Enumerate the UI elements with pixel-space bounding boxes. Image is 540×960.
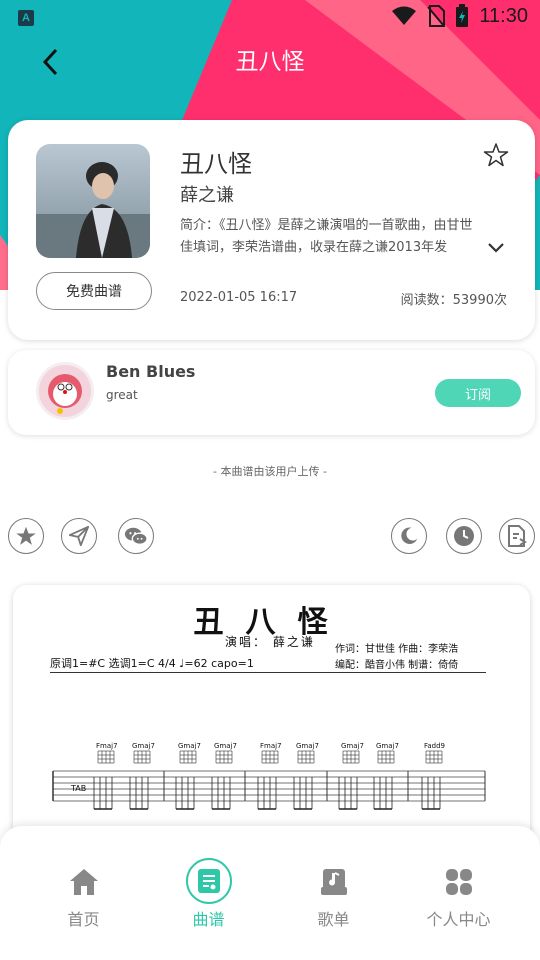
song-description: 简介：《丑八怪》是薛之谦演唱的一首歌曲，由甘世佳填词，李荣浩谱曲，收录在薛之谦2… — [180, 218, 473, 255]
chord-label: Fmaj7 — [96, 742, 118, 750]
moon-icon — [401, 527, 418, 544]
night-mode-button[interactable] — [391, 518, 427, 554]
favorite-button[interactable] — [483, 142, 509, 168]
chord-label: Gmaj7 — [296, 742, 319, 750]
auto-scroll-timer-button[interactable] — [446, 518, 482, 554]
star-icon — [483, 143, 509, 167]
chord-diagram — [342, 750, 360, 764]
chord-label: Gmaj7 — [376, 742, 399, 750]
export-button[interactable] — [499, 518, 535, 554]
send-icon — [68, 525, 90, 547]
status-time: 11:30 — [479, 4, 528, 27]
chord-diagram — [133, 750, 151, 764]
status-bar: A 11:30 — [0, 0, 540, 36]
nav-profile-label: 个人中心 — [426, 910, 491, 929]
chord-diagram — [179, 750, 197, 764]
chord-diagram — [297, 750, 315, 764]
playlist-icon — [320, 869, 347, 895]
no-sim-icon — [427, 5, 446, 27]
share-button[interactable] — [61, 518, 97, 554]
chord-label: Gmaj7 — [178, 742, 201, 750]
app-notification-icon: A — [18, 10, 34, 26]
page-title: 丑八怪 — [235, 49, 305, 75]
nav-profile[interactable]: 个人中心 — [396, 826, 521, 960]
export-icon — [508, 525, 527, 547]
wifi-icon — [392, 6, 417, 25]
home-icon — [69, 869, 98, 895]
subscribe-button[interactable]: 订阅 — [435, 379, 521, 407]
chord-diagram — [97, 750, 115, 764]
chord-diagram — [425, 750, 443, 764]
chord-diagram — [377, 750, 395, 764]
read-count: 阅读数：53990次 — [400, 293, 507, 308]
chord-label: Gmaj7 — [214, 742, 237, 750]
free-score-button[interactable]: 免费曲谱 — [36, 272, 152, 310]
action-toolbar — [0, 518, 540, 558]
song-artist[interactable]: 薛之谦 — [180, 181, 234, 207]
chord-label: Gmaj7 — [341, 742, 364, 750]
chord-label: Gmaj7 — [132, 742, 155, 750]
song-info-card: 免费曲谱 丑八怪 薛之谦 简介：《丑八怪》是薛之谦演唱的一首歌曲，由甘世佳填词，… — [8, 120, 535, 340]
nav-home[interactable]: 首页 — [21, 826, 146, 960]
wechat-icon — [124, 527, 148, 545]
nav-playlist[interactable]: 歌单 — [271, 826, 396, 960]
bottom-navigation: 首页 曲谱 歌单 个人中心 — [0, 826, 540, 960]
collect-button[interactable] — [8, 518, 44, 554]
publish-date: 2022-01-05 16:17 — [180, 290, 298, 305]
nav-score-label: 曲谱 — [192, 910, 225, 929]
tab-clef: TAB — [70, 784, 86, 793]
expand-description-button[interactable] — [485, 238, 507, 258]
nav-score[interactable]: 曲谱 — [146, 826, 271, 960]
score-icon — [197, 869, 220, 893]
uploader-avatar[interactable] — [36, 362, 94, 420]
chord-label: Fadd9 — [424, 742, 445, 750]
clock-icon — [454, 526, 474, 546]
uploader-card[interactable]: Ben Blues great 订阅 — [8, 350, 535, 435]
uploader-name[interactable]: Ben Blues — [106, 362, 195, 381]
chord-label: Fmaj7 — [260, 742, 282, 750]
song-title: 丑八怪 — [180, 150, 252, 178]
nav-home-label: 首页 — [67, 910, 100, 929]
battery-icon — [456, 4, 469, 27]
profile-icon — [445, 869, 472, 895]
chord-diagram — [215, 750, 233, 764]
chevron-down-icon — [488, 243, 504, 253]
uploader-signature: great — [106, 388, 138, 402]
wechat-share-button[interactable] — [118, 518, 154, 554]
chord-diagram — [261, 750, 279, 764]
star-icon — [16, 526, 36, 545]
nav-playlist-label: 歌单 — [317, 910, 350, 929]
song-cover-image — [36, 144, 150, 258]
upload-note: - 本曲谱由该用户上传 - — [213, 465, 327, 478]
